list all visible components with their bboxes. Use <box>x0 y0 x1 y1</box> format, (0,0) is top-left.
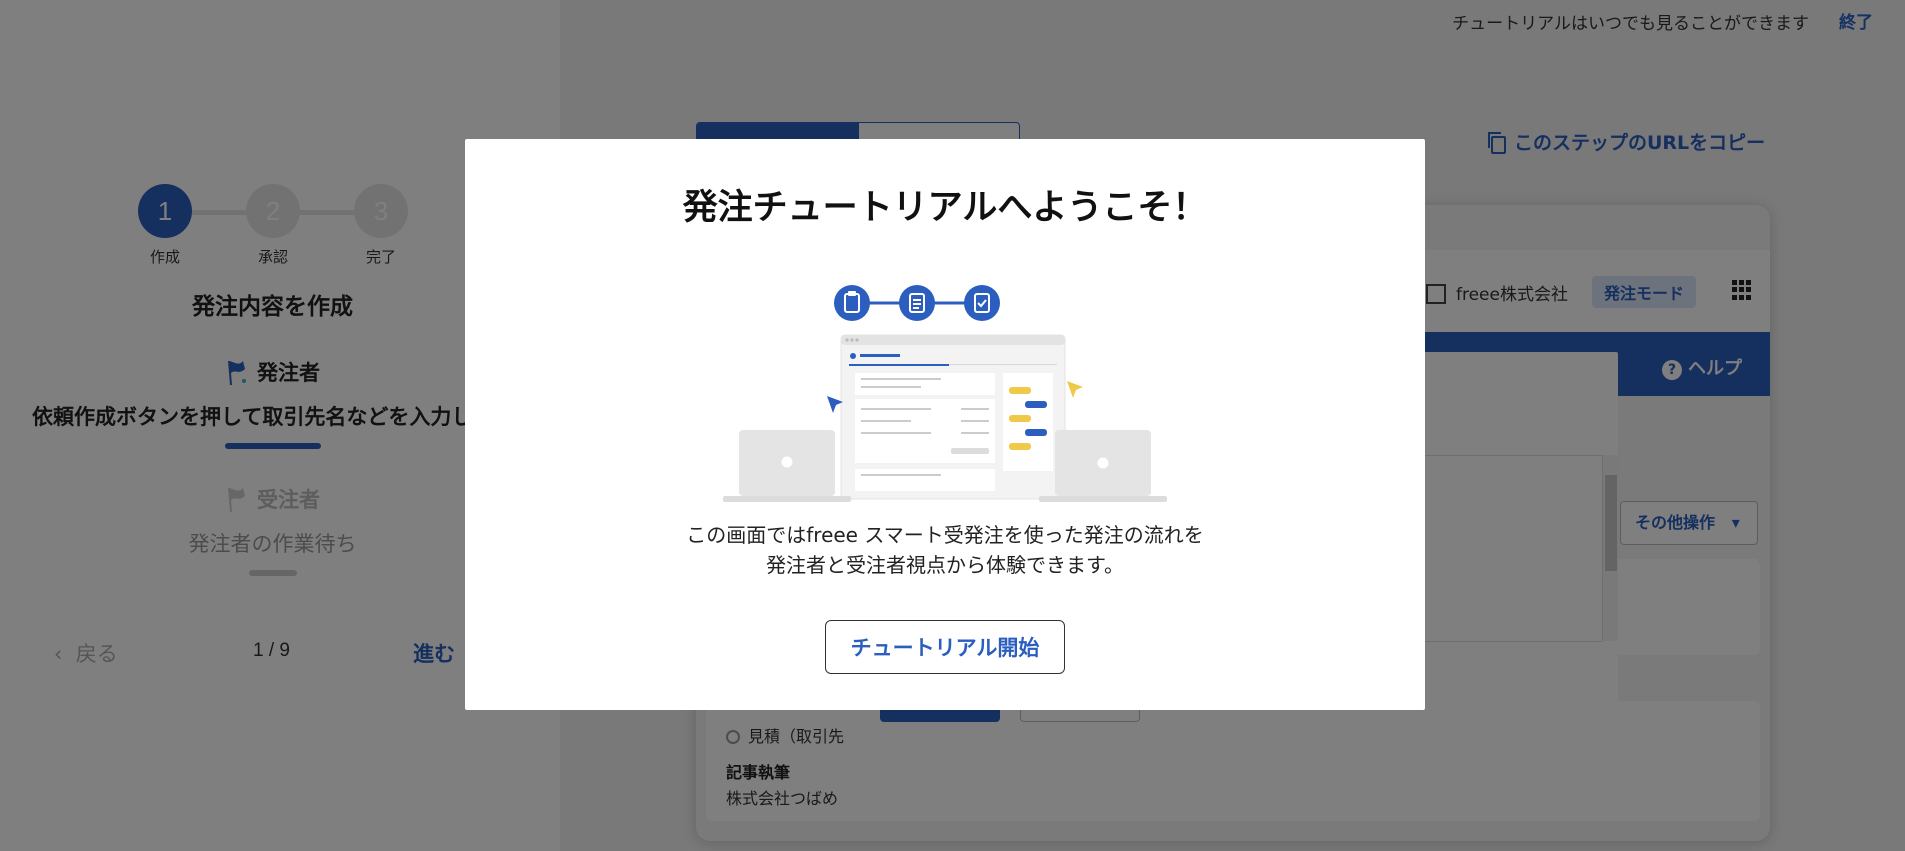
tutorial-illustration <box>723 285 1167 502</box>
description-line: この画面ではfreee スマート受発注を使った発注の流れを <box>686 523 1204 547</box>
welcome-modal: 発注チュートリアルへようこそ！ この画面ではfreee スマート受発注を使った発… <box>465 139 1425 710</box>
modal-description: この画面ではfreee スマート受発注を使った発注の流れを 発注者と受注者視点か… <box>465 520 1425 580</box>
clipboard-icon <box>834 285 870 321</box>
start-tutorial-button[interactable]: チュートリアル開始 <box>825 620 1065 674</box>
modal-title: 発注チュートリアルへようこそ！ <box>682 188 1208 228</box>
clipboard-check-icon <box>964 285 1000 321</box>
description-line: 発注者と受注者視点から体験できます。 <box>766 553 1124 577</box>
cursor-icon <box>1067 381 1083 398</box>
document-icon <box>899 285 935 321</box>
